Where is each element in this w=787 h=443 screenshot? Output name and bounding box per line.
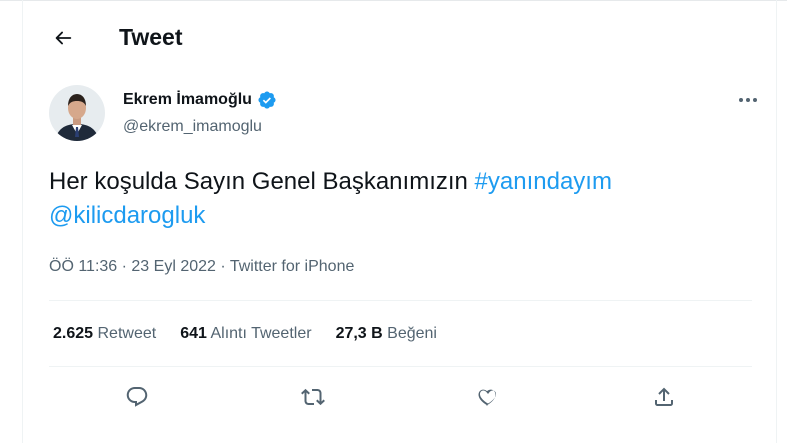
share-button[interactable] (644, 377, 684, 417)
verified-badge-icon (257, 90, 277, 110)
more-options-button[interactable] (734, 90, 762, 110)
tweet-time[interactable]: ÖÖ 11:36 (49, 258, 117, 275)
tweet-column: Tweet Ekrem İmamoğlu @ekrem_imamoglu Her… (22, 0, 777, 443)
share-icon (652, 385, 676, 409)
reply-icon (125, 385, 149, 409)
like-button[interactable] (468, 377, 508, 417)
meta-separator: · (215, 258, 230, 275)
back-button[interactable] (47, 22, 79, 54)
tweet-body-text: Her koşulda Sayın Genel Başkanımızın (49, 168, 475, 195)
quote-count-value: 641 (180, 325, 207, 342)
author-name-row: Ekrem İmamoğlu (123, 90, 277, 110)
mention-link[interactable]: @kilicdarogluk (49, 202, 205, 229)
reply-button[interactable] (117, 377, 157, 417)
quote-count-label: Alıntı Tweetler (210, 325, 312, 342)
meta-separator: · (117, 258, 132, 275)
tweet-date[interactable]: 23 Eyl 2022 (131, 258, 216, 275)
hashtag-link[interactable]: #yanındayım (475, 168, 612, 195)
quote-tweet-count[interactable]: 641 Alıntı Tweetler (180, 324, 311, 344)
avatar[interactable] (49, 85, 105, 141)
page-title: Tweet (119, 24, 183, 50)
retweet-count-label: Retweet (97, 325, 157, 342)
author-name[interactable]: Ekrem İmamoğlu (123, 90, 252, 110)
retweet-count-value: 2.625 (53, 325, 94, 342)
divider (49, 300, 752, 301)
page-header: Tweet (23, 0, 776, 74)
author-handle[interactable]: @ekrem_imamoglu (123, 117, 262, 137)
tweet-text: Her koşulda Sayın Genel Başkanımızın #ya… (49, 165, 749, 233)
tweet-meta: ÖÖ 11:36 · 23 Eyl 2022 · Twitter for iPh… (49, 257, 354, 277)
tweet-stats: 2.625 Retweet 641 Alıntı Tweetler 27,3 B… (53, 324, 461, 344)
like-count[interactable]: 27,3 B Beğeni (336, 324, 437, 344)
retweet-count[interactable]: 2.625 Retweet (53, 324, 156, 344)
retweet-icon (300, 385, 325, 409)
arrow-left-icon (52, 27, 74, 49)
like-icon (476, 385, 500, 409)
more-dots-icon (738, 97, 758, 103)
retweet-button[interactable] (293, 377, 333, 417)
like-count-value: 27,3 B (335, 325, 383, 342)
divider (49, 366, 752, 367)
tweet-actions (49, 373, 752, 421)
like-count-label: Beğeni (387, 325, 437, 342)
tweet-source[interactable]: Twitter for iPhone (230, 258, 355, 275)
